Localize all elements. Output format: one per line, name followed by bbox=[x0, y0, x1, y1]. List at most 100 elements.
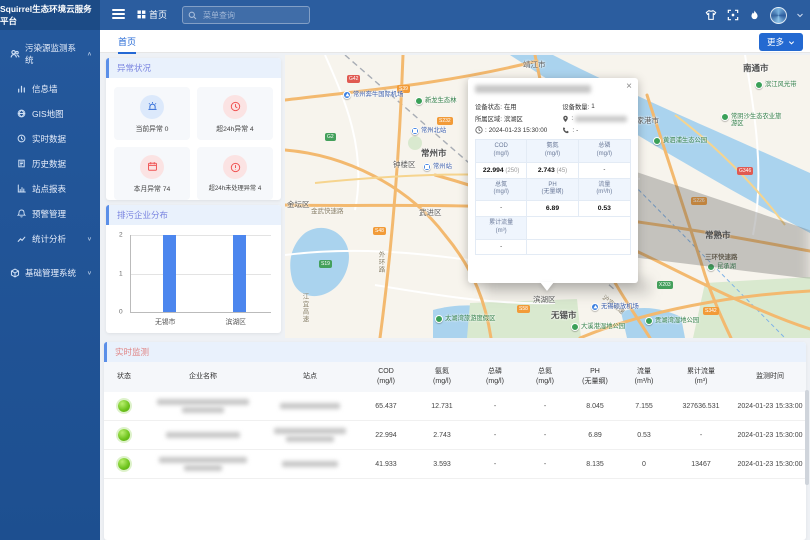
metric-unit: (无量纲) bbox=[541, 189, 563, 195]
flame-icon[interactable] bbox=[748, 9, 761, 22]
metric-name: 总氮 bbox=[495, 182, 507, 188]
search-input[interactable] bbox=[201, 10, 301, 21]
train-icon bbox=[423, 163, 431, 171]
chevron-up-icon: ∧ bbox=[87, 51, 92, 57]
table-row[interactable]: 65.437 12.731 - - 8.045 7.155 327636.531… bbox=[104, 392, 806, 421]
device-info: 设备状态: 在用 设备数量: 1 所属区域: 滨湖区 : :2024-01-23… bbox=[475, 102, 631, 134]
tn-value: - bbox=[520, 421, 570, 450]
sidebar-item-station-report[interactable]: 站点报表 bbox=[0, 176, 100, 201]
clock-alert-icon bbox=[223, 95, 247, 119]
map-poi-park[interactable]: 常阴沙生态农业旅游区 bbox=[721, 113, 783, 127]
map-poi-airport[interactable]: 常州奔牛国际机场 bbox=[343, 91, 403, 99]
sidebar-item-realtime-data[interactable]: 实时数据 bbox=[0, 126, 100, 151]
sidebar-item-history-data[interactable]: 历史数据 bbox=[0, 151, 100, 176]
breadcrumb-home[interactable]: 首页 bbox=[137, 8, 167, 21]
map-poi-park[interactable]: 新龙生态林 bbox=[415, 97, 456, 105]
map-poi-park[interactable]: 黄泗浦生态公园 bbox=[653, 137, 707, 145]
nh3-value: 2.743 bbox=[414, 421, 470, 450]
sidebar: 污染源监测系统 ∧ 信息墙 GIS地图 实时数据 历史数据 站点报表 预警管理 bbox=[0, 30, 100, 540]
metric-unit: (mg/l) bbox=[597, 151, 612, 157]
status-dot-green bbox=[118, 458, 130, 470]
popup-close-button[interactable]: × bbox=[626, 81, 632, 92]
map-road-label: 江宜高速 bbox=[299, 293, 309, 323]
nh3-value: 12.731 bbox=[414, 392, 470, 421]
card-over24h-unhandled[interactable]: 超24h未处理异常 4 bbox=[197, 147, 273, 200]
metric-name: 流量 bbox=[598, 182, 610, 188]
table-row[interactable]: 22.994 2.743 - - 6.89 0.53 - 2024-01-23 … bbox=[104, 421, 806, 450]
card-over24h-abnormal[interactable]: 超24h异常 4 bbox=[197, 87, 273, 140]
map-canvas[interactable]: 靖江市 南通市 张家港市 常州市 钟楼区 武进区 金坛区 常熟市 无锡市 滨湖区… bbox=[285, 55, 810, 338]
more-button[interactable]: 更多 bbox=[759, 33, 803, 51]
device-count-value: 1 bbox=[591, 103, 595, 110]
theme-skin-icon[interactable] bbox=[704, 9, 717, 22]
metric-name: 氨氮 bbox=[546, 143, 558, 149]
card-value: 0 bbox=[165, 126, 169, 133]
card-label: 当前异常 bbox=[136, 126, 163, 133]
map-poi-resort[interactable]: 太湖湾旅游度假区 bbox=[435, 315, 495, 323]
leaf-icon bbox=[755, 81, 763, 89]
route-badge: G346 bbox=[737, 167, 753, 175]
location-pin-icon bbox=[562, 115, 569, 123]
metric-value: - bbox=[500, 205, 502, 211]
metric-limit: (45) bbox=[557, 168, 568, 174]
topbar-actions bbox=[704, 0, 804, 30]
sidebar-item-alert-management[interactable]: 预警管理 bbox=[0, 201, 100, 226]
region-value: 滨湖区 bbox=[504, 114, 523, 123]
card-month-abnormal[interactable]: 本月异常 74 bbox=[114, 147, 190, 200]
redacted-station-name bbox=[282, 461, 338, 467]
metric-value: 22.994 bbox=[483, 167, 504, 174]
top-bar: Squirrel生态环境云服务平台 首页 bbox=[0, 0, 810, 30]
plane-icon bbox=[591, 303, 599, 311]
col-name: 氨氮 bbox=[416, 367, 468, 377]
ph-value: 8.135 bbox=[570, 450, 620, 479]
sidebar-section-pollution-monitoring[interactable]: 污染源监测系统 ∧ bbox=[0, 30, 100, 76]
metric-value: 0.53 bbox=[598, 205, 611, 212]
sidebar-section-base-management[interactable]: 基础管理系统 ∨ bbox=[0, 255, 100, 289]
metric-value: - bbox=[603, 167, 605, 173]
user-avatar[interactable] bbox=[770, 7, 787, 24]
sidebar-item-statistics[interactable]: 统计分析 ∨ bbox=[0, 226, 100, 251]
map-city-label: 常州市 bbox=[421, 147, 447, 159]
map-poi-station[interactable]: 常州站 bbox=[423, 163, 452, 171]
menu-toggle-icon[interactable] bbox=[112, 9, 125, 20]
map-poi-park[interactable]: 贡湖湾湿地公园 bbox=[645, 317, 699, 325]
device-status-value: 在用 bbox=[504, 102, 517, 111]
redacted-station-name bbox=[280, 403, 340, 409]
col-unit: (mg/l) bbox=[416, 377, 468, 387]
y-tick: 1 bbox=[119, 270, 123, 277]
search-icon bbox=[188, 11, 197, 20]
metric-unit: (m³) bbox=[496, 228, 507, 234]
map-poi-park[interactable]: 滨江风光带 bbox=[755, 81, 796, 89]
map-road-label: 外环路 bbox=[375, 251, 385, 274]
menu-search[interactable] bbox=[182, 6, 310, 24]
total-flow-value: 13467 bbox=[668, 450, 734, 479]
metric-name: 总磷 bbox=[598, 143, 610, 149]
page-scrollbar-thumb[interactable] bbox=[805, 390, 809, 485]
tn-value: - bbox=[520, 392, 570, 421]
bar-binhu[interactable] bbox=[233, 235, 246, 312]
sidebar-item-label: 历史数据 bbox=[32, 158, 92, 170]
redacted-company-name bbox=[475, 85, 591, 93]
map-city-label: 南通市 bbox=[743, 62, 769, 74]
breadcrumb-home-label: 首页 bbox=[149, 8, 167, 21]
sidebar-item-info-wall[interactable]: 信息墙 bbox=[0, 76, 100, 101]
tab-home[interactable]: 首页 bbox=[118, 35, 136, 54]
card-current-abnormal[interactable]: 当前异常 0 bbox=[114, 87, 190, 140]
col-name: 总磷 bbox=[472, 367, 518, 377]
map-poi-station[interactable]: 常州北站 bbox=[411, 127, 446, 135]
route-badge: S58 bbox=[517, 305, 530, 313]
map-poi-airport[interactable]: 无锡硕放机场 bbox=[591, 303, 639, 311]
panel-header: 排污企业分布 bbox=[106, 205, 281, 225]
redacted-station-name bbox=[274, 428, 346, 434]
bar-wuxi[interactable] bbox=[163, 235, 176, 312]
fullscreen-capture-icon[interactable] bbox=[726, 9, 739, 22]
map-city-label: 武进区 bbox=[419, 207, 442, 218]
sidebar-item-label: 统计分析 bbox=[32, 233, 81, 245]
sidebar-section-label: 污染源监测系统 bbox=[25, 42, 82, 66]
map-poi-park[interactable]: 大溪港湿地公园 bbox=[571, 323, 625, 331]
table-row[interactable]: 41.933 3.593 - - 8.135 0 13467 2024-01-2… bbox=[104, 450, 806, 479]
ph-value: 6.89 bbox=[570, 421, 620, 450]
user-menu-caret-icon[interactable] bbox=[796, 11, 804, 19]
sidebar-item-gis-map[interactable]: GIS地图 bbox=[0, 101, 100, 126]
tn-value: - bbox=[520, 450, 570, 479]
